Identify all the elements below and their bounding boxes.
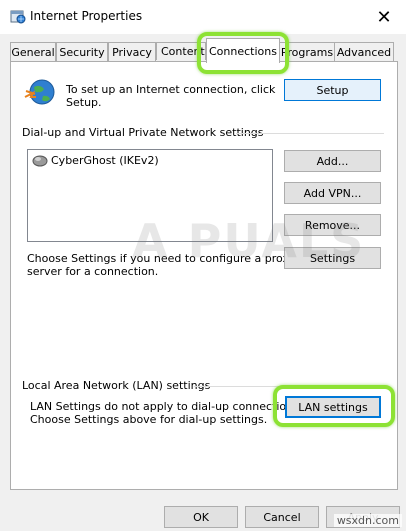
tab-privacy[interactable]: Privacy bbox=[108, 42, 156, 61]
add-vpn-button[interactable]: Add VPN... bbox=[284, 182, 381, 204]
title-bar: Internet Properties ✕ bbox=[0, 0, 406, 34]
globe-icon bbox=[24, 77, 58, 107]
tab-security[interactable]: Security bbox=[56, 42, 108, 61]
setup-description-line1: To set up an Internet connection, click bbox=[66, 83, 276, 96]
lan-group-label: Local Area Network (LAN) settings bbox=[22, 379, 211, 392]
lan-settings-button[interactable]: LAN settings bbox=[285, 396, 381, 418]
tab-programs[interactable]: Programs bbox=[278, 42, 336, 61]
setup-description-line2: Setup. bbox=[66, 96, 102, 109]
lan-description-line2: Choose Settings above for dial-up settin… bbox=[30, 413, 268, 426]
remove-button[interactable]: Remove... bbox=[284, 214, 381, 236]
tab-advanced[interactable]: Advanced bbox=[334, 42, 394, 61]
settings-description-line1: Choose Settings if you need to configure… bbox=[27, 252, 296, 265]
lan-group-separator bbox=[194, 386, 384, 387]
vpn-connection-list[interactable]: CyberGhost (IKEv2) bbox=[27, 149, 273, 242]
setup-button[interactable]: Setup bbox=[284, 79, 381, 101]
tab-connections[interactable]: Connections bbox=[206, 38, 280, 63]
tab-content[interactable]: Content bbox=[156, 42, 206, 60]
site-watermark: wsxdn.com bbox=[333, 514, 402, 527]
window-title: Internet Properties bbox=[30, 9, 143, 23]
close-button[interactable]: ✕ bbox=[362, 0, 406, 34]
vpn-connection-icon bbox=[32, 153, 48, 167]
add-button[interactable]: Add... bbox=[284, 150, 381, 172]
cancel-button[interactable]: Cancel bbox=[245, 506, 319, 528]
list-item[interactable]: CyberGhost (IKEv2) bbox=[32, 153, 159, 167]
settings-button[interactable]: Settings bbox=[284, 247, 381, 269]
settings-description-line2: server for a connection. bbox=[27, 265, 159, 278]
tab-general[interactable]: General bbox=[10, 42, 56, 61]
internet-options-icon bbox=[10, 8, 26, 24]
vpn-group-label: Dial-up and Virtual Private Network sett… bbox=[22, 126, 264, 139]
vpn-group-separator bbox=[236, 133, 384, 134]
vpn-connection-label: CyberGhost (IKEv2) bbox=[51, 153, 159, 167]
lan-description-line1: LAN Settings do not apply to dial-up con… bbox=[30, 400, 303, 413]
ok-button[interactable]: OK bbox=[164, 506, 238, 528]
